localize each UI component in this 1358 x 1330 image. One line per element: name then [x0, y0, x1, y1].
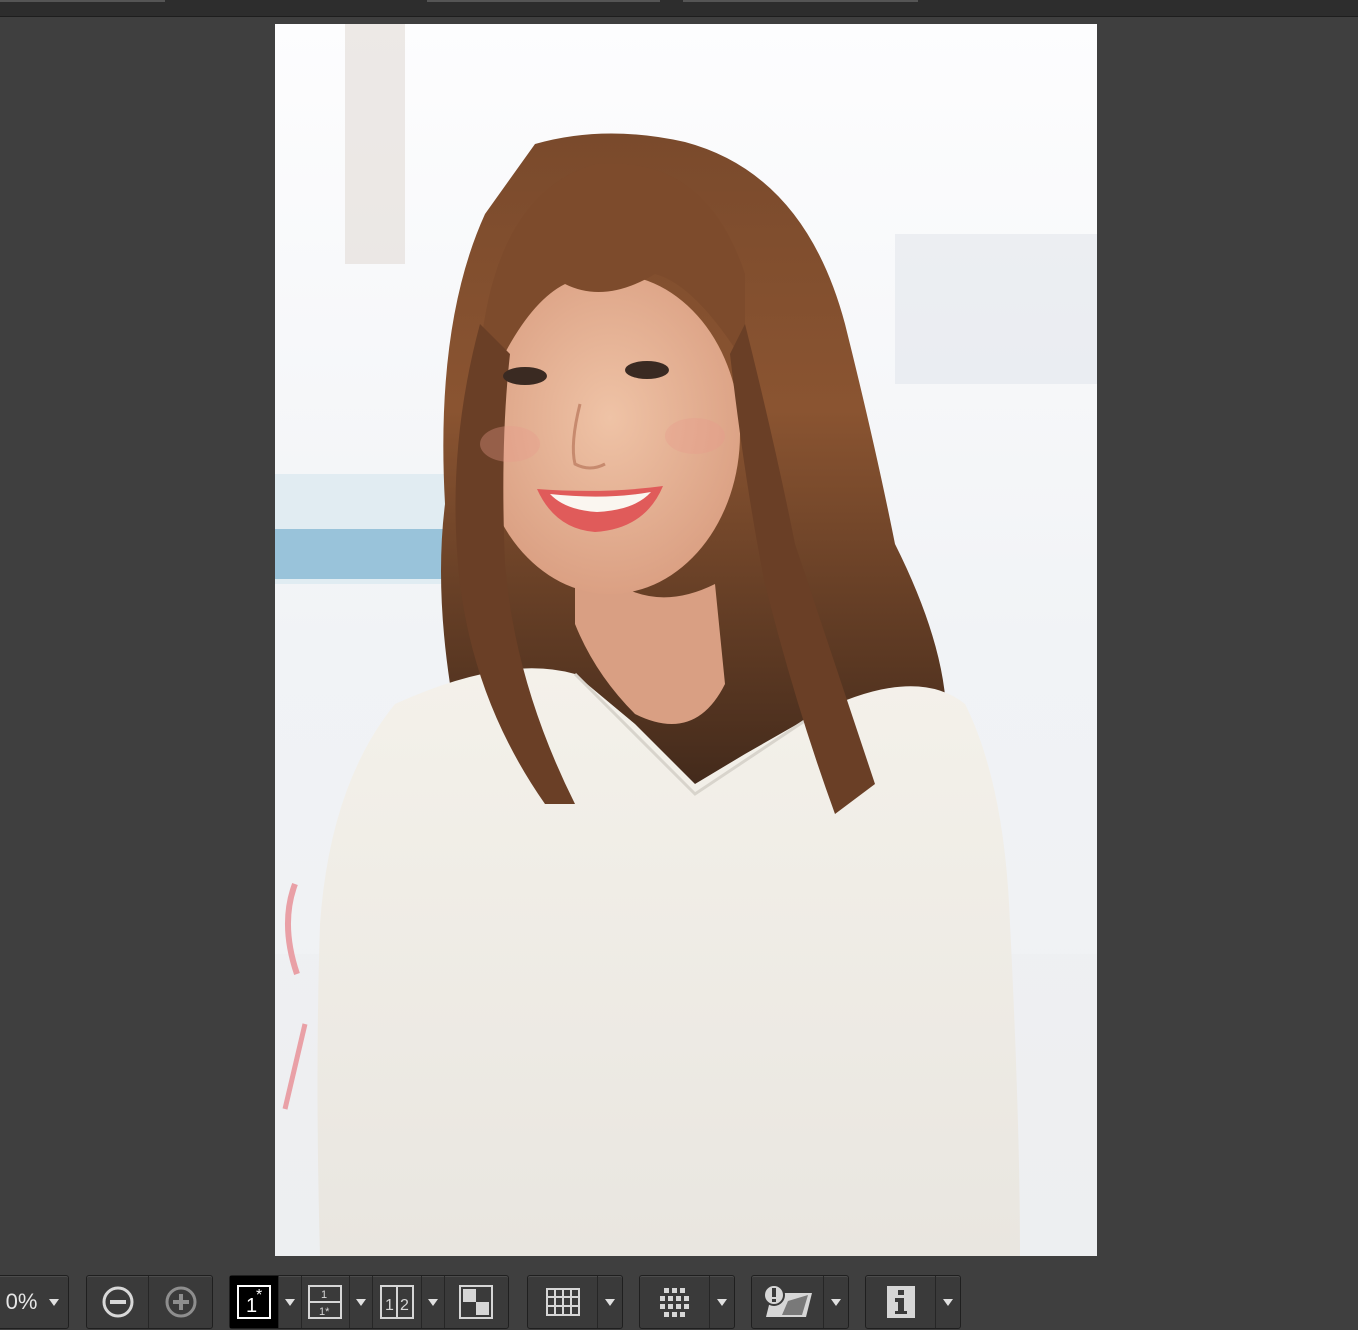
chevron-down-icon [943, 1298, 954, 1306]
info-button[interactable] [866, 1276, 935, 1328]
svg-text:*: * [256, 1287, 262, 1304]
single-view-button[interactable]: 1 * [230, 1276, 278, 1328]
info-icon [886, 1286, 915, 1318]
view-mode-group: 1 * 1 1* 1 2 [229, 1275, 509, 1329]
split-vertical-button[interactable]: 1 1* [300, 1276, 350, 1328]
split-horizontal-icon: 1 2 [379, 1285, 414, 1319]
svg-text:1: 1 [385, 1297, 394, 1314]
zoom-level[interactable]: 0% [0, 1276, 68, 1328]
svg-text:2: 2 [400, 1297, 409, 1314]
bottom-toolbar: 0% 1 * 1 1* 1 2 [0, 1271, 1358, 1330]
chevron-down-icon [427, 1298, 438, 1306]
split-vertical-dropdown[interactable] [349, 1276, 372, 1328]
info-dropdown[interactable] [935, 1276, 960, 1328]
zoom-in-icon [165, 1286, 196, 1318]
zoom-value: 0% [5, 1289, 38, 1314]
tab[interactable] [427, 0, 660, 2]
portrait-photo [275, 24, 1097, 1256]
split-horizontal-dropdown[interactable] [420, 1276, 444, 1328]
highlight-group [751, 1275, 849, 1329]
thumbnail-group [639, 1275, 735, 1329]
chevron-down-icon [284, 1298, 295, 1306]
top-tab-bar [0, 0, 1358, 17]
single-view-dropdown[interactable] [277, 1276, 301, 1328]
zoom-controls [86, 1275, 213, 1329]
chevron-down-icon [717, 1298, 728, 1306]
split-vertical-icon: 1 1* [308, 1285, 343, 1319]
svg-text:1: 1 [321, 1289, 327, 1301]
chevron-down-icon [356, 1298, 367, 1306]
chevron-down-icon [831, 1298, 842, 1306]
compare-layout-button[interactable] [443, 1276, 509, 1328]
single-view-icon: 1 * [236, 1285, 271, 1319]
svg-text:1*: 1* [319, 1306, 330, 1318]
tab[interactable] [683, 0, 918, 2]
image-preview [275, 24, 1097, 1256]
info-group [865, 1275, 961, 1329]
thumbnail-grid-button[interactable] [640, 1276, 709, 1328]
zoom-in-button[interactable] [148, 1276, 212, 1328]
thumbnail-grid-icon [659, 1288, 689, 1317]
grid-button[interactable] [528, 1276, 597, 1328]
compare-layout-icon [459, 1285, 494, 1319]
grid-group [527, 1275, 623, 1329]
warning-highlight-dropdown[interactable] [823, 1276, 848, 1328]
thumbnail-dropdown[interactable] [709, 1276, 734, 1328]
grid-icon [545, 1288, 580, 1316]
zoom-level-dropdown[interactable]: 0% [0, 1275, 69, 1329]
grid-dropdown[interactable] [597, 1276, 622, 1328]
zoom-out-icon [102, 1286, 133, 1318]
tab[interactable] [0, 0, 165, 2]
split-horizontal-button[interactable]: 1 2 [372, 1276, 421, 1328]
zoom-out-button[interactable] [87, 1276, 148, 1328]
warning-highlight-button[interactable] [752, 1276, 823, 1328]
warning-highlight-icon [762, 1285, 812, 1317]
chevron-down-icon [49, 1298, 60, 1306]
chevron-down-icon [605, 1298, 616, 1306]
